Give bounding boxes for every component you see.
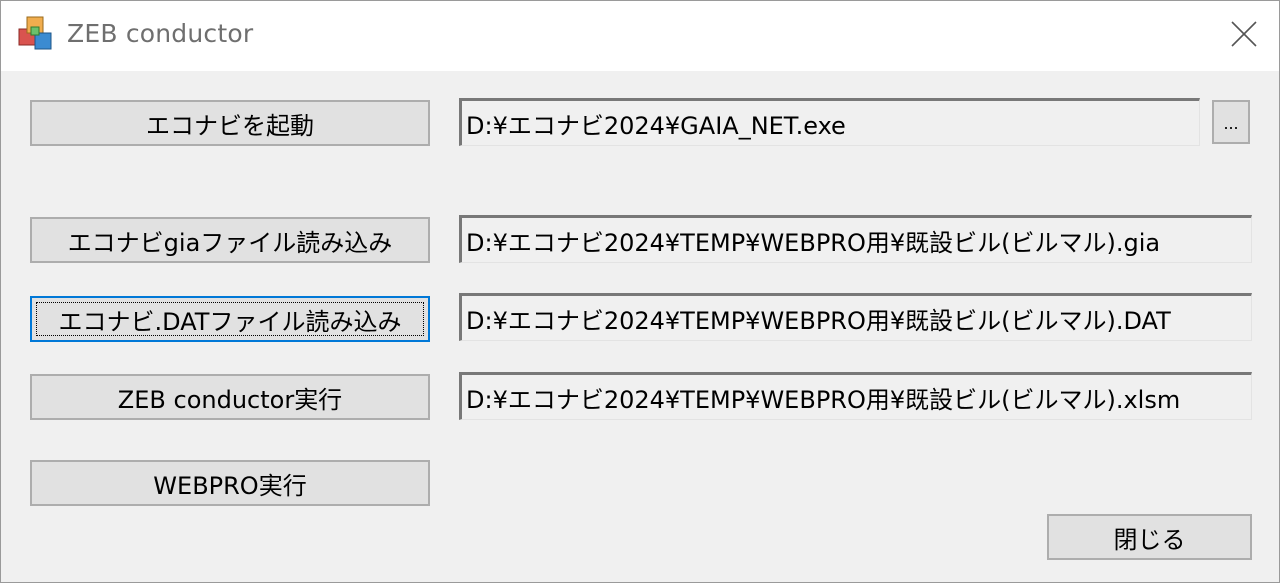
window-title: ZEB conductor [67,19,254,48]
close-window-button[interactable] [1209,1,1279,67]
main-window: ZEB conductor エコナビを起動 D:¥エコナビ2024¥GAIA_N… [0,0,1280,583]
econavi-exe-path-field[interactable]: D:¥エコナビ2024¥GAIA_NET.exe [459,98,1200,146]
run-webpro-button[interactable]: WEBPRO実行 [30,460,430,506]
launch-econavi-button[interactable]: エコナビを起動 [30,100,430,146]
title-bar: ZEB conductor [1,1,1279,71]
xlsm-path-field[interactable]: D:¥エコナビ2024¥TEMP¥WEBPRO用¥既設ビル(ビルマル).xlsm [459,372,1252,420]
close-icon [1231,21,1257,47]
browse-button[interactable]: ... [1212,100,1250,144]
run-zeb-conductor-button[interactable]: ZEB conductor実行 [30,374,430,420]
dat-path-field[interactable]: D:¥エコナビ2024¥TEMP¥WEBPRO用¥既設ビル(ビルマル).DAT [459,293,1252,341]
gia-path-field[interactable]: D:¥エコナビ2024¥TEMP¥WEBPRO用¥既設ビル(ビルマル).gia [459,215,1252,263]
app-icon [17,15,55,53]
load-dat-button[interactable]: エコナビ.DATファイル読み込み [30,296,430,342]
load-dat-button-label: エコナビ.DATファイル読み込み [58,307,402,336]
load-gia-button[interactable]: エコナビgiaファイル読み込み [30,217,430,263]
close-button[interactable]: 閉じる [1047,514,1252,560]
